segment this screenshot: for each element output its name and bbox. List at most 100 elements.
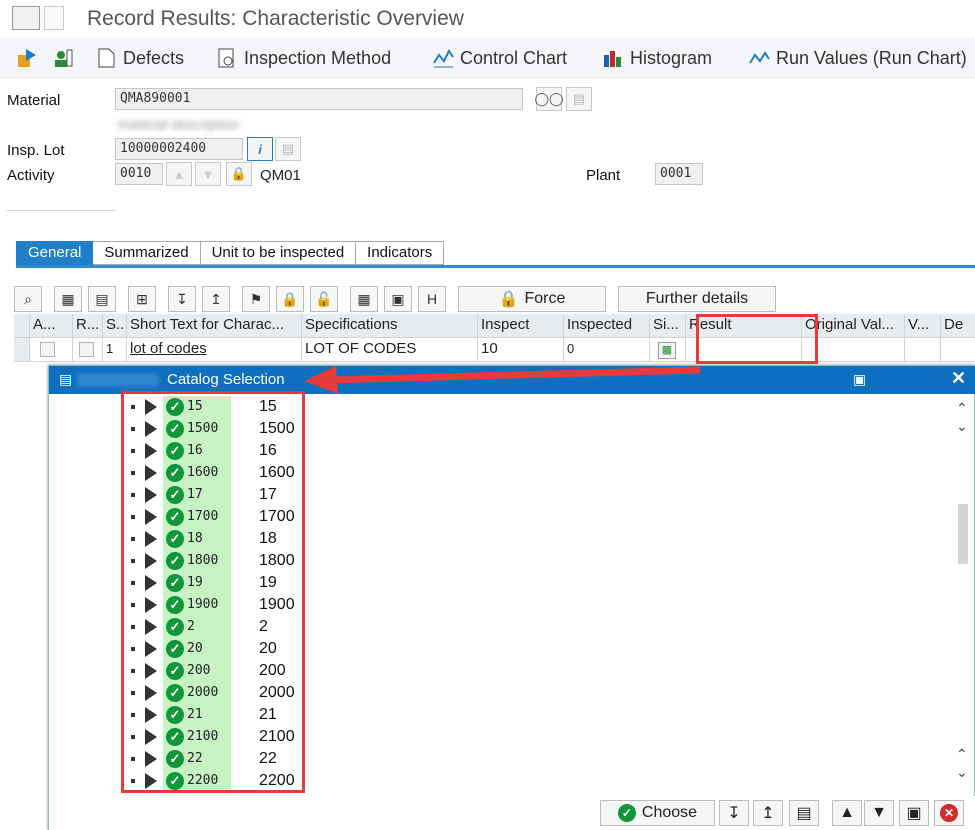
scroll-up-button[interactable]: ↥ bbox=[202, 286, 230, 312]
short-text-link[interactable]: lot of codes bbox=[127, 338, 302, 362]
double-chevron-up-icon: ↥ bbox=[210, 290, 222, 307]
lot-copy-button[interactable]: ▤ bbox=[275, 137, 301, 161]
table-row[interactable]: 1 lot of codes LOT OF CODES 10 0 ▩ bbox=[14, 338, 975, 362]
checkbox-a[interactable] bbox=[40, 342, 55, 357]
calendar-icon: ▣ bbox=[906, 805, 922, 822]
column-header[interactable]: R... bbox=[73, 314, 103, 338]
move-up-button[interactable]: ▲ bbox=[832, 800, 862, 826]
column-header[interactable]: Inspected bbox=[564, 314, 650, 338]
list-highlight bbox=[121, 391, 305, 793]
column-header[interactable]: V... bbox=[905, 314, 941, 338]
up-arrow-icon: ▲ bbox=[172, 166, 186, 182]
tab-general[interactable]: General bbox=[16, 241, 94, 265]
histogram-button[interactable]: Histogram bbox=[602, 47, 712, 69]
deselect-all-button[interactable]: ▤ bbox=[88, 286, 116, 312]
control-chart-button[interactable]: Control Chart bbox=[432, 47, 567, 69]
lock-row-button[interactable]: 🔒 bbox=[276, 286, 304, 312]
insp-lot-label: Insp. Lot bbox=[7, 142, 65, 159]
cancel-icon: ✕ bbox=[940, 804, 958, 822]
expand-all-button[interactable]: ↧ bbox=[719, 800, 749, 826]
checkbox-r-cell bbox=[73, 338, 103, 362]
column-header[interactable]: Si... bbox=[650, 314, 686, 338]
transfer-button[interactable] bbox=[16, 47, 38, 69]
tab-unit-to-be-inspected[interactable]: Unit to be inspected bbox=[200, 241, 357, 265]
double-chevron-down-icon: ↧ bbox=[727, 805, 741, 822]
scroll-up-icon[interactable]: ⌃ bbox=[956, 746, 968, 763]
history-button[interactable]: H bbox=[418, 286, 446, 312]
glasses-icon: ◯◯ bbox=[534, 91, 564, 106]
material-field[interactable]: QMA890001 bbox=[115, 88, 523, 110]
sign-button[interactable]: ▩ bbox=[658, 342, 676, 359]
column-header[interactable]: De bbox=[941, 314, 975, 338]
table-toolbar: ⌕ ▦ ▤ ⊞ ↧ ↥ ⚑ 🔒 🔓 ▦ ▣ H 🔒 Force Further d… bbox=[14, 286, 776, 312]
force-label: Force bbox=[524, 290, 566, 307]
specification-cell: LOT OF CODES bbox=[302, 338, 478, 362]
find-button[interactable]: ▤ bbox=[789, 800, 819, 826]
inspection-method-label: Inspection Method bbox=[244, 47, 392, 68]
activity-up-button[interactable]: ▲ bbox=[166, 162, 192, 186]
minimize-icon[interactable]: ▣ bbox=[853, 371, 866, 388]
details-button[interactable]: ⌕ bbox=[14, 286, 42, 312]
control-chart-label: Control Chart bbox=[460, 47, 568, 68]
down-arrow-icon: ▼ bbox=[871, 804, 887, 821]
dialog-title: Catalog Selection bbox=[167, 371, 285, 388]
row-selector-header[interactable] bbox=[14, 314, 30, 338]
insp-lot-field[interactable]: 10000002400 bbox=[115, 138, 243, 160]
column-header[interactable]: Specifications bbox=[302, 314, 478, 338]
choose-button[interactable]: ✓ Choose bbox=[600, 800, 715, 826]
tab-indicators[interactable]: Indicators bbox=[356, 241, 445, 265]
cancel-button[interactable]: ✕ bbox=[934, 800, 964, 826]
run-chart-button[interactable]: Run Values (Run Chart) bbox=[748, 47, 967, 69]
valuation-button[interactable]: ⚑ bbox=[242, 286, 270, 312]
calculator-button[interactable]: ▦ bbox=[350, 286, 378, 312]
dialog-title-blur bbox=[77, 373, 159, 387]
calendar-button[interactable]: ▣ bbox=[899, 800, 929, 826]
lock-button[interactable]: 🔒 bbox=[226, 162, 252, 186]
inspect-cell: 10 bbox=[478, 338, 564, 362]
insert-row-icon: ⊞ bbox=[136, 290, 148, 307]
system-arrow-button[interactable] bbox=[44, 6, 64, 30]
down-arrow-icon: ▼ bbox=[201, 166, 215, 182]
calendar-button[interactable]: ▣ bbox=[384, 286, 412, 312]
plant-field[interactable]: 0001 bbox=[655, 163, 703, 185]
select-all-button[interactable]: ▦ bbox=[54, 286, 82, 312]
person-button[interactable] bbox=[52, 47, 74, 69]
collapse-all-button[interactable]: ↥ bbox=[753, 800, 783, 826]
system-menu-button[interactable] bbox=[12, 6, 40, 30]
scroll-down-button[interactable]: ↧ bbox=[168, 286, 196, 312]
force-button[interactable]: 🔒 Force bbox=[458, 286, 606, 312]
scroll-down-icon[interactable]: ⌄ bbox=[956, 418, 968, 435]
info-icon: i bbox=[258, 141, 262, 157]
document-icon bbox=[98, 48, 115, 68]
application-toolbar: Defects Inspection Method Control Chart … bbox=[0, 38, 975, 78]
further-details-button[interactable]: Further details bbox=[618, 286, 776, 312]
scroll-up-icon[interactable]: ⌃ bbox=[956, 400, 968, 417]
column-header[interactable]: S.. bbox=[103, 314, 127, 338]
result-highlight bbox=[696, 314, 818, 364]
defects-label: Defects bbox=[123, 47, 185, 68]
sign-cell: ▩ bbox=[650, 338, 686, 362]
column-header[interactable]: Inspect bbox=[478, 314, 564, 338]
scroll-down-icon[interactable]: ⌄ bbox=[956, 764, 968, 781]
row-selector[interactable] bbox=[14, 338, 30, 362]
info-button[interactable]: i bbox=[247, 137, 273, 161]
scrollbar-thumb[interactable] bbox=[958, 504, 968, 564]
move-down-button[interactable]: ▼ bbox=[864, 800, 894, 826]
activity-down-button[interactable]: ▼ bbox=[195, 162, 221, 186]
glasses-button[interactable]: ◯◯ bbox=[534, 87, 564, 111]
unlock-row-button[interactable]: 🔓 bbox=[310, 286, 338, 312]
vertical-scrollbar[interactable]: ⌃ ⌄ ⌃ ⌄ bbox=[956, 400, 970, 790]
insert-row-button[interactable]: ⊞ bbox=[128, 286, 156, 312]
defects-button[interactable]: Defects bbox=[95, 47, 184, 69]
inspection-method-button[interactable]: Inspection Method bbox=[216, 47, 391, 69]
column-header[interactable]: Short Text for Charac... bbox=[127, 314, 302, 338]
tab-summarized[interactable]: Summarized bbox=[93, 241, 201, 265]
close-icon[interactable]: ✕ bbox=[951, 368, 966, 389]
checkbox-a-cell bbox=[30, 338, 73, 362]
control-chart-icon bbox=[433, 49, 454, 68]
copy-button[interactable]: ▤ bbox=[566, 87, 592, 111]
column-header[interactable]: A... bbox=[30, 314, 73, 338]
find-icon: ▤ bbox=[796, 805, 812, 822]
checkbox-r[interactable] bbox=[79, 342, 94, 357]
activity-field[interactable]: 0010 bbox=[115, 163, 163, 185]
